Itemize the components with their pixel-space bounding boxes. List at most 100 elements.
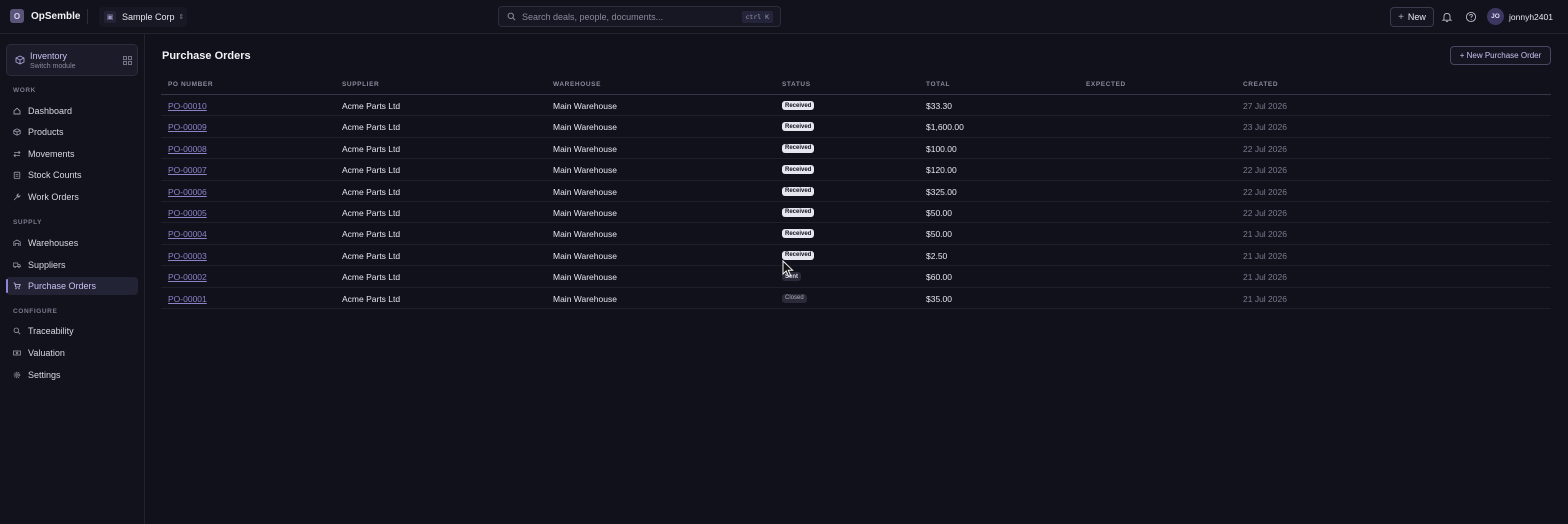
po-number-link[interactable]: PO-00008 <box>168 144 207 154</box>
created-cell: 21 Jul 2026 <box>1243 229 1287 240</box>
org-switcher[interactable]: ▣ Sample Corp ⇕ <box>99 7 187 27</box>
po-number-link[interactable]: PO-00005 <box>168 208 207 218</box>
search-icon <box>507 12 516 21</box>
bell-icon[interactable] <box>1441 11 1453 23</box>
search-shortcut: ctrl K <box>741 10 773 23</box>
created-cell: 21 Jul 2026 <box>1243 293 1287 304</box>
status-badge: Received <box>782 122 815 132</box>
column-header-supplier[interactable]: SUPPLIER <box>342 81 379 88</box>
table-row[interactable]: PO-00004 Acme Parts Ltd Main Warehouse Rece… <box>161 223 1551 245</box>
module-switcher[interactable]: Inventory Switch module <box>6 44 138 76</box>
sidebar-item-label: Movements <box>28 149 75 159</box>
table-row[interactable]: PO-00009 Acme Parts Ltd Main Warehouse Rece… <box>161 116 1551 138</box>
sidebar-item-settings[interactable]: Settings <box>6 366 138 384</box>
warehouse-cell: Main Warehouse <box>553 122 617 133</box>
sidebar-item-work-orders[interactable]: Work Orders <box>6 188 138 206</box>
created-cell: 22 Jul 2026 <box>1243 165 1287 176</box>
po-number-link[interactable]: PO-00001 <box>168 294 207 304</box>
total-cell: $2.50 <box>926 250 948 261</box>
po-number-link[interactable]: PO-00009 <box>168 122 207 132</box>
sidebar-item-movements[interactable]: Movements <box>6 145 138 163</box>
building-icon: ▣ <box>104 11 116 23</box>
created-cell: 22 Jul 2026 <box>1243 186 1287 197</box>
gear-icon <box>13 371 21 379</box>
sidebar-item-label: Valuation <box>28 348 65 358</box>
sidebar-item-purchase-orders[interactable]: Purchase Orders <box>6 277 138 295</box>
help-icon[interactable] <box>1465 11 1477 23</box>
sidebar-item-warehouses[interactable]: Warehouses <box>6 234 138 252</box>
status-badge: Received <box>782 250 815 260</box>
status-badge: Received <box>782 207 815 217</box>
table-row[interactable]: PO-00006 Acme Parts Ltd Main Warehouse Rece… <box>161 181 1551 202</box>
po-number-link[interactable]: PO-00003 <box>168 251 207 261</box>
brand[interactable]: O OpSemble <box>10 9 80 23</box>
sidebar-item-products[interactable]: Products <box>6 123 138 141</box>
sidebar-item-label: Stock Counts <box>28 170 82 180</box>
total-cell: $120.00 <box>926 165 957 176</box>
created-cell: 21 Jul 2026 <box>1243 272 1287 283</box>
supplier-cell: Acme Parts Ltd <box>342 143 401 154</box>
total-cell: $50.00 <box>926 207 952 218</box>
user-name: jonnyh2401 <box>1509 11 1553 22</box>
sidebar-item-traceability[interactable]: Traceability <box>6 322 138 340</box>
supplier-cell: Acme Parts Ltd <box>342 165 401 176</box>
warehouse-cell: Main Warehouse <box>553 293 617 304</box>
po-number-link[interactable]: PO-00006 <box>168 187 207 197</box>
table-row[interactable]: PO-00003 Acme Parts Ltd Main Warehouse Rece… <box>161 245 1551 267</box>
sidebar-item-suppliers[interactable]: Suppliers <box>6 256 138 274</box>
new-purchase-order-button[interactable]: + New Purchase Order <box>1450 46 1551 65</box>
sidebar-item-label: Warehouses <box>28 238 79 248</box>
sidebar-item-label: Purchase Orders <box>28 281 97 291</box>
table-row[interactable]: PO-00007 Acme Parts Ltd Main Warehouse Rece… <box>161 159 1551 181</box>
table-row[interactable]: PO-00001 Acme Parts Ltd Main Warehouse Clos… <box>161 288 1551 309</box>
column-header-expected[interactable]: EXPECTED <box>1086 81 1126 88</box>
chevron-up-down-icon: ⇕ <box>178 14 185 21</box>
search-icon <box>13 327 21 335</box>
user-menu[interactable]: JO jonnyh2401 <box>1487 8 1553 25</box>
table-row[interactable]: PO-00008 Acme Parts Ltd Main Warehouse Rece… <box>161 138 1551 160</box>
purchase-orders-table: PO NUMBER SUPPLIER WAREHOUSE STATUS TOTA… <box>161 76 1551 309</box>
supplier-cell: Acme Parts Ltd <box>342 272 401 283</box>
total-cell: $50.00 <box>926 229 952 240</box>
po-number-link[interactable]: PO-00007 <box>168 165 207 175</box>
new-button[interactable]: + New <box>1390 7 1434 27</box>
supplier-cell: Acme Parts Ltd <box>342 293 401 304</box>
section-label-configure: CONFIGURE <box>13 308 58 315</box>
table-row[interactable]: PO-00005 Acme Parts Ltd Main Warehouse Rece… <box>161 202 1551 224</box>
total-cell: $60.00 <box>926 272 952 283</box>
status-badge: Received <box>782 186 815 196</box>
po-number-link[interactable]: PO-00002 <box>168 272 207 282</box>
po-number-link[interactable]: PO-00010 <box>168 101 207 111</box>
status-badge: Received <box>782 143 815 153</box>
column-header-po-number[interactable]: PO NUMBER <box>168 81 213 88</box>
column-header-created[interactable]: CREATED <box>1243 81 1278 88</box>
clipboard-icon <box>13 171 21 179</box>
sidebar-item-dashboard[interactable]: Dashboard <box>6 102 138 120</box>
warehouse-cell: Main Warehouse <box>553 229 617 240</box>
po-number-link[interactable]: PO-00004 <box>168 229 207 239</box>
warehouse-cell: Main Warehouse <box>553 207 617 218</box>
new-button-label: New <box>1407 12 1426 22</box>
column-header-total[interactable]: TOTAL <box>926 81 950 88</box>
search-input[interactable]: Search deals, people, documents... ctrl … <box>498 6 781 27</box>
table-body: PO-00010 Acme Parts Ltd Main Warehouse Rece… <box>161 95 1551 309</box>
section-label-supply: SUPPLY <box>13 219 43 226</box>
top-bar: O OpSemble ▣ Sample Corp ⇕ Search deals,… <box>0 0 1568 34</box>
supplier-cell: Acme Parts Ltd <box>342 122 401 133</box>
sidebar-item-stock-counts[interactable]: Stock Counts <box>6 166 138 184</box>
warehouse-cell: Main Warehouse <box>553 165 617 176</box>
module-title: Inventory <box>30 51 68 61</box>
sidebar-item-label: Settings <box>28 370 61 380</box>
arrows-icon <box>13 150 21 158</box>
column-header-warehouse[interactable]: WAREHOUSE <box>553 81 601 88</box>
supplier-cell: Acme Parts Ltd <box>342 186 401 197</box>
table-row[interactable]: PO-00010 Acme Parts Ltd Main Warehouse Rece… <box>161 95 1551 117</box>
created-cell: 22 Jul 2026 <box>1243 143 1287 154</box>
supplier-cell: Acme Parts Ltd <box>342 229 401 240</box>
status-badge: Received <box>782 101 815 110</box>
table-row[interactable]: PO-00002 Acme Parts Ltd Main Warehouse Sent… <box>161 266 1551 288</box>
plus-icon: + <box>1398 11 1404 23</box>
column-header-status[interactable]: STATUS <box>782 81 811 88</box>
sidebar-item-label: Traceability <box>28 326 74 336</box>
sidebar-item-valuation[interactable]: Valuation <box>6 344 138 362</box>
